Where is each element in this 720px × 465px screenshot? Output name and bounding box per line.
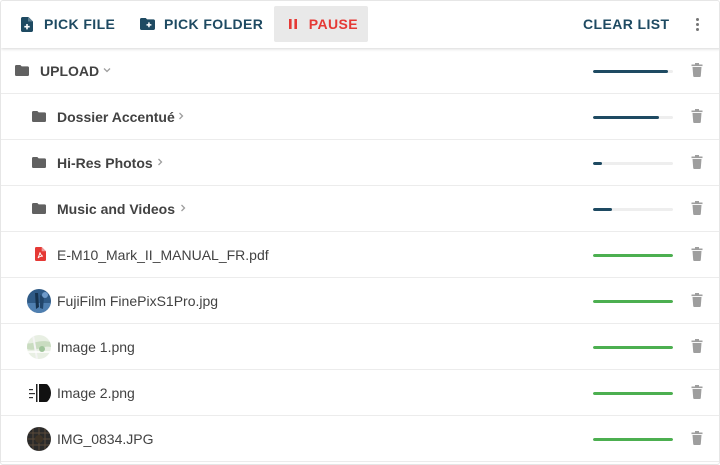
delete-icon[interactable] <box>691 201 703 215</box>
progress-bar <box>593 438 673 441</box>
chevron-right-icon[interactable] <box>177 112 185 120</box>
progress-fill <box>593 254 673 257</box>
list-item[interactable]: IMG_0834.JPG <box>1 416 719 462</box>
list-item[interactable]: E-M10_Mark_II_MANUAL_FR.pdf <box>1 232 719 278</box>
list-item[interactable]: UPLOAD <box>1 48 719 94</box>
folder-icon <box>32 201 46 215</box>
clear-list-button[interactable]: CLEAR LIST <box>573 6 679 42</box>
progress-fill <box>593 116 660 119</box>
item-name: Image 2.png <box>57 385 135 401</box>
item-name: Dossier Accentué <box>57 109 175 125</box>
list-item[interactable]: Image 1.png <box>1 324 719 370</box>
item-name: UPLOAD <box>40 63 100 79</box>
upload-list: UPLOAD Dossier Accentué Hi-Res Photos Mu… <box>1 48 719 462</box>
folder-icon <box>15 63 29 77</box>
list-item[interactable]: FujiFilm FinePixS1Pro.jpg <box>1 278 719 324</box>
delete-icon[interactable] <box>691 109 703 123</box>
image-thumbnail <box>27 289 51 313</box>
folder-add-icon <box>139 16 155 32</box>
chevron-right-icon[interactable] <box>156 158 164 166</box>
progress-bar <box>593 162 673 165</box>
pdf-icon <box>33 247 47 261</box>
image-thumbnail <box>27 335 51 359</box>
pause-label: PAUSE <box>308 16 358 32</box>
pick-file-label: PICK FILE <box>44 16 116 32</box>
progress-fill <box>593 70 669 73</box>
delete-icon[interactable] <box>691 293 703 307</box>
chevron-right-icon[interactable] <box>179 204 187 212</box>
pick-folder-button[interactable]: PICK FOLDER <box>129 6 273 42</box>
progress-bar <box>593 70 673 73</box>
chevron-down-icon[interactable] <box>103 66 111 74</box>
progress-bar <box>593 208 673 211</box>
delete-icon[interactable] <box>691 155 703 169</box>
progress-bar <box>593 116 673 119</box>
item-name: Image 1.png <box>57 339 135 355</box>
progress-bar <box>593 254 673 257</box>
item-name: IMG_0834.JPG <box>57 431 154 447</box>
list-item[interactable]: Dossier Accentué <box>1 94 719 140</box>
item-name: E-M10_Mark_II_MANUAL_FR.pdf <box>57 247 269 263</box>
more-vert-icon[interactable] <box>685 10 709 38</box>
pause-icon <box>286 16 300 32</box>
list-item[interactable]: Image 2.png <box>1 370 719 416</box>
delete-icon[interactable] <box>691 247 703 261</box>
delete-icon[interactable] <box>691 339 703 353</box>
pick-folder-label: PICK FOLDER <box>164 16 264 32</box>
progress-bar <box>593 346 673 349</box>
progress-fill <box>593 346 673 349</box>
progress-bar <box>593 392 673 395</box>
pause-button[interactable]: PAUSE <box>274 6 368 42</box>
file-add-icon <box>19 16 35 32</box>
progress-bar <box>593 300 673 303</box>
item-name: FujiFilm FinePixS1Pro.jpg <box>57 293 219 309</box>
folder-icon <box>32 109 46 123</box>
progress-fill <box>593 162 602 165</box>
toolbar: PICK FILE PICK FOLDER PAUSE CLEAR LIST <box>1 1 719 48</box>
progress-fill <box>593 392 673 395</box>
image-thumbnail <box>27 381 51 405</box>
delete-icon[interactable] <box>691 431 703 445</box>
folder-icon <box>32 155 46 169</box>
list-item[interactable]: Music and Videos <box>1 186 719 232</box>
clear-list-label: CLEAR LIST <box>583 16 670 32</box>
list-item[interactable]: Hi-Res Photos <box>1 140 719 186</box>
delete-icon[interactable] <box>691 63 703 77</box>
progress-fill <box>593 438 673 441</box>
file-uploader-panel: PICK FILE PICK FOLDER PAUSE CLEAR LIST U… <box>0 0 720 465</box>
image-thumbnail <box>27 427 51 451</box>
delete-icon[interactable] <box>691 385 703 399</box>
progress-fill <box>593 300 673 303</box>
pick-file-button[interactable]: PICK FILE <box>9 6 125 42</box>
progress-fill <box>593 208 613 211</box>
item-name: Music and Videos <box>57 201 175 217</box>
item-name: Hi-Res Photos <box>57 155 153 171</box>
